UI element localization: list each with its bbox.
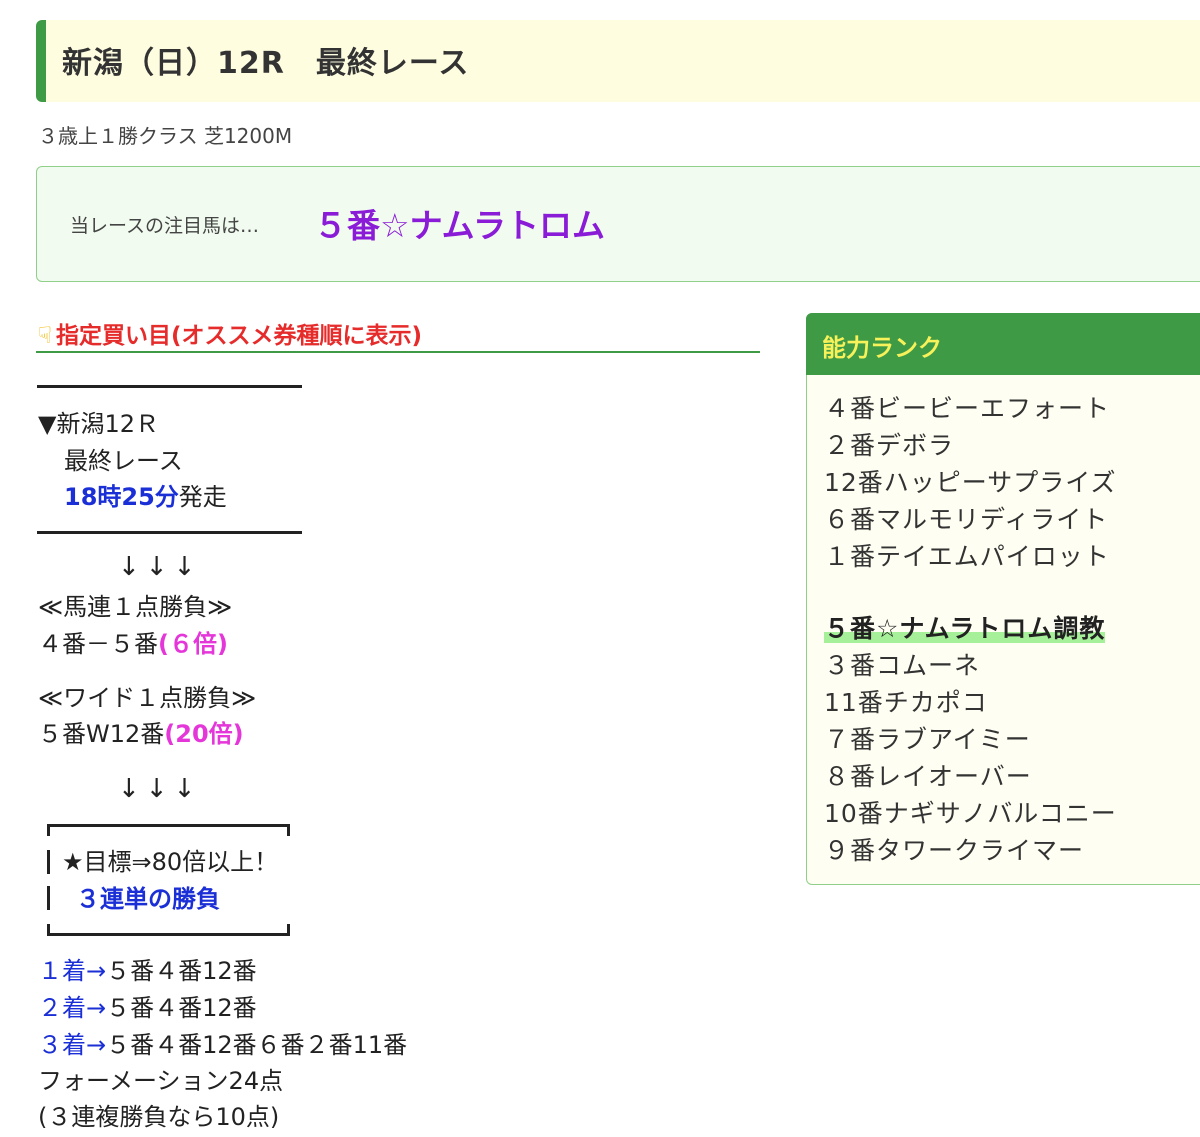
umaren-line: ４番－５番(６倍) [38,629,228,659]
target-bet: ３連単の勝負 [76,885,220,913]
umaren-odds: (６倍) [158,630,228,658]
rank-item: ７番ラブアイミー [824,725,1031,754]
first-label: １着→ [38,957,107,985]
rank-item: ８番レイオーバー [824,762,1032,791]
target-box-side-1 [47,850,50,874]
wide-line: ５番W12番(20倍) [38,719,244,749]
divider-top [37,385,302,388]
rank-item: ３番コムーネ [824,651,981,680]
third-place-line: ３着→５番４番12番６番２番11番 [38,1030,407,1060]
wide-odds: (20倍) [164,720,244,748]
race-line: ▼新潟12Ｒ [38,410,159,438]
rank-item: 10番ナギサノバルコニー [824,799,1117,828]
heading-divider [36,351,760,353]
wide-combo: ５番W12番 [38,720,165,748]
second-place-line: ２着→５番４番12番 [38,993,257,1023]
rank-spacer [824,575,1117,610]
target-line: ★目標⇒80倍以上！ [62,848,279,876]
rank-item-highlight: ５番☆ナムラトロム調教 [824,610,1117,647]
target-box-side-2 [47,886,50,910]
race-info: ３歳上１勝クラス 芝1200M [38,124,293,148]
divider-bottom [37,531,302,534]
picks-heading: ☟ 指定買い目(オススメ券種順に表示) [38,316,422,350]
target-box-bottom [47,924,290,936]
rank-item: ６番マルモリディライト [824,505,1109,534]
second-horses: ５番４番12番 [106,994,257,1022]
first-place-line: １着→５番４番12番 [38,956,257,986]
trio-note: (３連複勝負なら10点) [38,1103,280,1131]
umaren-title: ≪馬連１点勝負≫ [38,593,233,621]
pointing-hand-icon: ☟ [38,323,53,349]
race-name: 最終レース [64,447,183,475]
highlight-horse: ５番☆ナムラトロム調教 [824,614,1106,643]
arrows-1: ↓↓↓ [118,552,202,582]
page-title: 新潟（日）12R 最終レース [62,46,470,81]
formation-count: フォーメーション24点 [38,1067,284,1095]
third-label: ３着→ [38,1031,107,1059]
start-time: 18時25分 [64,483,179,511]
first-horses: ５番４番12番 [106,957,257,985]
start-time-line: 18時25分発走 [64,482,227,512]
start-suffix: 発走 [178,483,227,511]
third-horses: ５番４番12番６番２番11番 [106,1031,408,1059]
rank-item: ２番デボラ [824,431,955,460]
ability-rank-title: 能力ランク [822,334,942,362]
ability-rank-list: ４番ビービーエフォート ２番デボラ 12番ハッピーサプライズ ６番マルモリディラ… [824,390,1117,869]
rank-item: ４番ビービーエフォート [824,394,1111,423]
rank-item: １番テイエムパイロット [824,542,1110,571]
rank-item: 12番ハッピーサプライズ [824,468,1117,497]
target-box-top [47,824,290,836]
featured-horse-label: 当レースの注目馬は… [70,215,260,237]
second-label: ２着→ [38,994,107,1022]
umaren-combo: ４番－５番 [38,630,158,658]
wide-title: ≪ワイド１点勝負≫ [38,684,257,712]
rank-item: 11番チカポコ [824,688,988,717]
rank-item: ９番タワークライマー [824,836,1085,865]
featured-horse-name: ５番☆ナムラトロム [314,206,605,245]
arrows-2: ↓↓↓ [118,774,202,804]
picks-heading-text: 指定買い目(オススメ券種順に表示) [56,323,423,349]
